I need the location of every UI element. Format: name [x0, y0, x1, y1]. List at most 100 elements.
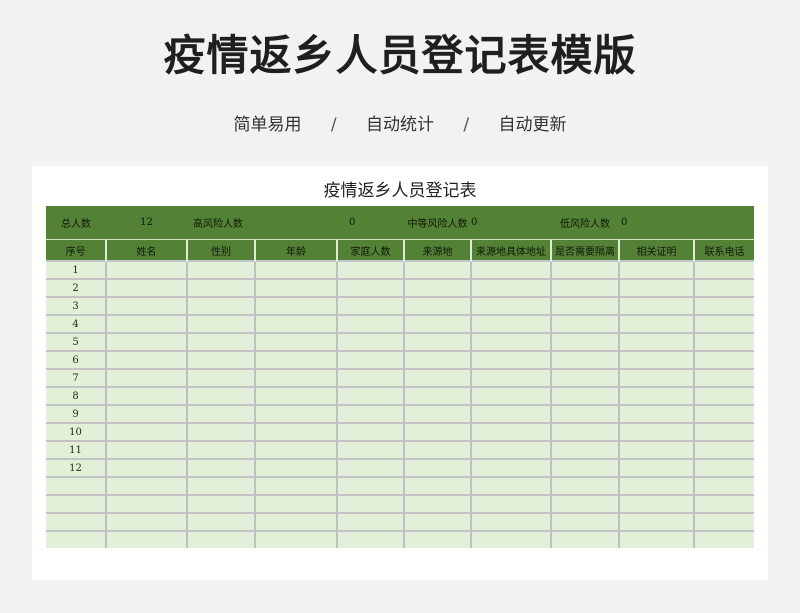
table-cell[interactable]: [471, 440, 552, 459]
table-cell[interactable]: [471, 368, 552, 387]
table-cell[interactable]: [187, 260, 256, 279]
table-cell[interactable]: [694, 422, 754, 441]
table-cell[interactable]: [694, 260, 754, 279]
table-cell[interactable]: [106, 278, 188, 297]
table-cell[interactable]: [337, 404, 405, 423]
table-cell[interactable]: [106, 512, 188, 531]
table-cell[interactable]: [404, 458, 472, 477]
table-cell[interactable]: [255, 476, 338, 495]
table-cell[interactable]: [404, 314, 472, 333]
table-cell[interactable]: [255, 386, 338, 405]
table-cell[interactable]: [106, 494, 188, 513]
table-cell[interactable]: [551, 314, 620, 333]
table-cell[interactable]: [337, 368, 405, 387]
table-cell[interactable]: [694, 296, 754, 315]
table-cell[interactable]: [255, 278, 338, 297]
table-cell[interactable]: [187, 386, 256, 405]
table-cell[interactable]: [551, 476, 620, 495]
row-index-cell[interactable]: 2: [46, 278, 107, 297]
table-cell[interactable]: [404, 512, 472, 531]
table-cell[interactable]: [551, 332, 620, 351]
table-cell[interactable]: [471, 476, 552, 495]
table-cell[interactable]: [694, 458, 754, 477]
table-cell[interactable]: [694, 386, 754, 405]
table-cell[interactable]: [187, 512, 256, 531]
table-cell[interactable]: [694, 350, 754, 369]
table-cell[interactable]: [404, 404, 472, 423]
table-cell[interactable]: [551, 494, 620, 513]
table-cell[interactable]: [337, 530, 405, 548]
table-cell[interactable]: [694, 476, 754, 495]
table-cell[interactable]: [551, 350, 620, 369]
table-cell[interactable]: [551, 422, 620, 441]
table-cell[interactable]: [694, 494, 754, 513]
table-cell[interactable]: [106, 530, 188, 548]
table-cell[interactable]: [404, 368, 472, 387]
table-cell[interactable]: [255, 404, 338, 423]
table-cell[interactable]: [187, 278, 256, 297]
table-cell[interactable]: [471, 494, 552, 513]
table-cell[interactable]: [619, 368, 695, 387]
row-index-cell[interactable]: 12: [46, 458, 107, 477]
table-cell[interactable]: [404, 332, 472, 351]
table-cell[interactable]: [471, 350, 552, 369]
table-cell[interactable]: [471, 512, 552, 531]
table-cell[interactable]: [106, 440, 188, 459]
table-cell[interactable]: [551, 386, 620, 405]
table-cell[interactable]: [404, 386, 472, 405]
table-cell[interactable]: [619, 530, 695, 548]
table-cell[interactable]: [187, 530, 256, 548]
table-cell[interactable]: [551, 530, 620, 548]
table-cell[interactable]: [471, 386, 552, 405]
table-cell[interactable]: [187, 350, 256, 369]
table-cell[interactable]: [337, 494, 405, 513]
table-cell[interactable]: [619, 404, 695, 423]
table-cell[interactable]: [404, 350, 472, 369]
table-cell[interactable]: [255, 260, 338, 279]
table-cell[interactable]: [471, 332, 552, 351]
table-cell[interactable]: [694, 512, 754, 531]
row-index-cell[interactable]: 10: [46, 422, 107, 441]
table-cell[interactable]: [337, 278, 405, 297]
table-cell[interactable]: [255, 494, 338, 513]
table-cell[interactable]: [551, 260, 620, 279]
table-cell[interactable]: [337, 260, 405, 279]
row-index-cell[interactable]: 1: [46, 260, 107, 279]
table-cell[interactable]: [187, 440, 256, 459]
table-cell[interactable]: [337, 350, 405, 369]
total-value[interactable]: 12: [106, 206, 187, 240]
table-cell[interactable]: [619, 350, 695, 369]
table-cell[interactable]: [337, 314, 405, 333]
table-cell[interactable]: [187, 296, 256, 315]
table-cell[interactable]: [404, 260, 472, 279]
row-index-cell[interactable]: [46, 476, 107, 495]
table-cell[interactable]: [619, 422, 695, 441]
table-cell[interactable]: [255, 296, 338, 315]
row-index-cell[interactable]: [46, 494, 107, 513]
table-cell[interactable]: [619, 278, 695, 297]
table-cell[interactable]: [106, 386, 188, 405]
table-cell[interactable]: [471, 314, 552, 333]
table-cell[interactable]: [337, 440, 405, 459]
table-cell[interactable]: [619, 332, 695, 351]
table-cell[interactable]: [694, 332, 754, 351]
table-cell[interactable]: [187, 314, 256, 333]
table-cell[interactable]: [337, 296, 405, 315]
table-cell[interactable]: [106, 332, 188, 351]
table-cell[interactable]: [404, 476, 472, 495]
table-cell[interactable]: [694, 404, 754, 423]
table-cell[interactable]: [106, 260, 188, 279]
table-cell[interactable]: [187, 404, 256, 423]
table-cell[interactable]: [404, 530, 472, 548]
table-cell[interactable]: [255, 458, 338, 477]
row-index-cell[interactable]: 3: [46, 296, 107, 315]
table-cell[interactable]: [619, 260, 695, 279]
table-cell[interactable]: [337, 476, 405, 495]
table-cell[interactable]: [337, 422, 405, 441]
table-cell[interactable]: [255, 512, 338, 531]
row-index-cell[interactable]: 7: [46, 368, 107, 387]
table-cell[interactable]: [255, 314, 338, 333]
table-cell[interactable]: [551, 440, 620, 459]
table-cell[interactable]: [404, 278, 472, 297]
table-cell[interactable]: [471, 260, 552, 279]
